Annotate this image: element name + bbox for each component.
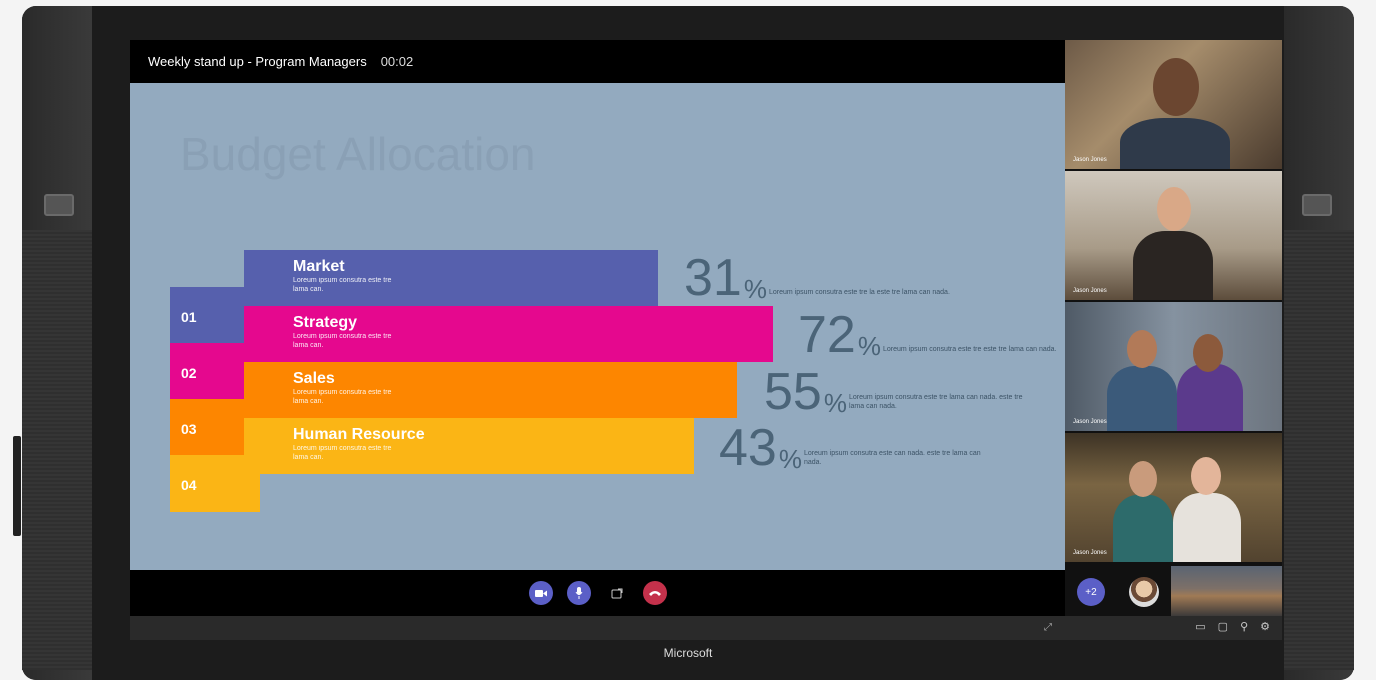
right-speaker	[1284, 230, 1354, 670]
meeting-timer: 00:02	[380, 54, 414, 69]
stat-percent: %	[778, 444, 802, 474]
share-screen-icon[interactable]	[605, 581, 629, 605]
stat-value: 31	[684, 249, 742, 307]
stat-strategy: 72 % Loreum ipsum consutra este tre este…	[798, 306, 1065, 364]
bar-name: Sales	[293, 370, 335, 387]
right-camera-icon	[1302, 194, 1332, 216]
stat-value: 72	[798, 306, 856, 364]
meeting-title-bar: Weekly stand up - Program Managers 00:02	[130, 40, 1065, 83]
right-bezel	[1284, 6, 1354, 680]
stat-human-resource: 43 % Loreum ipsum consutra este can nada…	[719, 419, 994, 477]
left-camera-icon	[44, 194, 74, 216]
stat-note: Loreum ipsum consutra este can nada. est…	[803, 450, 981, 466]
device-brand: Microsoft	[663, 646, 713, 660]
bar-desc: Loreum ipsum consutra este tre lama can.	[293, 445, 392, 461]
stat-note: Loreum ipsum consutra este tre este tre …	[882, 346, 1057, 353]
shared-content-area: Weekly stand up - Program Managers 00:02…	[130, 40, 1065, 616]
stat-market: 31 % Loreum ipsum consutra este tre la e…	[684, 249, 959, 307]
participant-body	[1120, 118, 1230, 169]
participant-body	[1133, 231, 1213, 300]
participant-body	[1173, 493, 1241, 562]
slide-title: Budget Allocation	[180, 128, 536, 180]
hang-up-icon[interactable]	[642, 581, 667, 605]
participant-tiles: Jason Jones Jason Jones Jason Jones Jaso…	[1065, 40, 1282, 566]
stat-value: 55	[764, 363, 822, 421]
pen-holder	[13, 436, 21, 536]
participant-name: Jason Jones	[1073, 419, 1107, 425]
bar-name: Market	[293, 258, 345, 275]
participant-face	[1153, 58, 1199, 116]
participant-body	[1113, 495, 1173, 562]
meeting-title: Weekly stand up - Program Managers	[148, 54, 367, 69]
video-camera-icon[interactable]	[528, 581, 553, 605]
participant-tile[interactable]: Jason Jones	[1065, 433, 1282, 562]
tab-index: 03	[181, 421, 197, 437]
stat-note: Loreum ipsum consutra este tre la este t…	[768, 289, 950, 296]
tab-index: 02	[181, 365, 197, 381]
bar-strategy: Strategy Loreum ipsum consutra este tre …	[244, 306, 773, 362]
microphone-icon[interactable]	[566, 581, 591, 605]
left-bezel	[22, 6, 92, 680]
stat-value: 43	[719, 419, 777, 477]
bar-desc: Loreum ipsum consutra este tre lama can.	[293, 389, 392, 405]
avatar[interactable]	[1129, 577, 1159, 607]
stat-sales: 55 % Loreum ipsum consutra este tre lama…	[764, 363, 1039, 421]
participant-face	[1127, 330, 1157, 368]
bar-desc: Loreum ipsum consutra este tre lama can.	[293, 277, 392, 293]
gear-icon[interactable]: ⚙	[1260, 620, 1270, 633]
stat-percent: %	[743, 274, 767, 304]
tab-index: 01	[181, 309, 197, 325]
participant-tile[interactable]: Jason Jones	[1065, 171, 1282, 300]
participant-face	[1129, 461, 1157, 497]
chat-icon[interactable]: ▢	[1218, 620, 1228, 633]
call-controls	[130, 570, 1065, 616]
bar-market: Market Loreum ipsum consutra este tre la…	[244, 250, 658, 306]
stat-percent: %	[823, 388, 847, 418]
presentation-slide: Budget Allocation 01 02 03 04 Market Lor…	[130, 83, 1065, 570]
tab-index: 04	[181, 477, 197, 493]
participant-tile[interactable]: Jason Jones	[1065, 40, 1282, 169]
participant-body	[1177, 364, 1243, 431]
participant-roster: +2	[1065, 566, 1282, 616]
bar-human-resource: Human Resource Loreum ipsum consutra est…	[244, 418, 694, 474]
participant-name: Jason Jones	[1073, 550, 1107, 556]
more-participants-button[interactable]: +2	[1077, 578, 1105, 606]
bar-desc: Loreum ipsum consutra este tre lama can.	[293, 333, 392, 349]
room-video-thumbnail[interactable]	[1171, 566, 1282, 616]
bar-sales: Sales Loreum ipsum consutra este tre lam…	[244, 362, 737, 418]
participant-face	[1193, 334, 1223, 372]
stat-note: Loreum ipsum consutra este tre lama can …	[848, 394, 1023, 410]
utility-icons: ▭ ▢ ⚲ ⚙	[1195, 620, 1270, 633]
bar-name: Human Resource	[293, 426, 425, 443]
system-bar	[130, 616, 1282, 640]
screen-icon[interactable]: ▭	[1195, 620, 1205, 633]
participant-face	[1191, 457, 1221, 495]
stat-percent: %	[857, 331, 881, 361]
participant-name: Jason Jones	[1073, 157, 1107, 163]
participant-face	[1157, 187, 1191, 231]
add-person-icon[interactable]: ⚲	[1240, 620, 1248, 633]
teams-meeting-screen: Weekly stand up - Program Managers 00:02…	[130, 40, 1282, 640]
expand-icon[interactable]: ⤢	[1044, 622, 1052, 633]
bar-name: Strategy	[293, 314, 358, 331]
left-speaker	[22, 230, 92, 670]
participant-name: Jason Jones	[1073, 288, 1107, 294]
participant-body	[1107, 366, 1177, 431]
participant-tile[interactable]: Jason Jones	[1065, 302, 1282, 431]
